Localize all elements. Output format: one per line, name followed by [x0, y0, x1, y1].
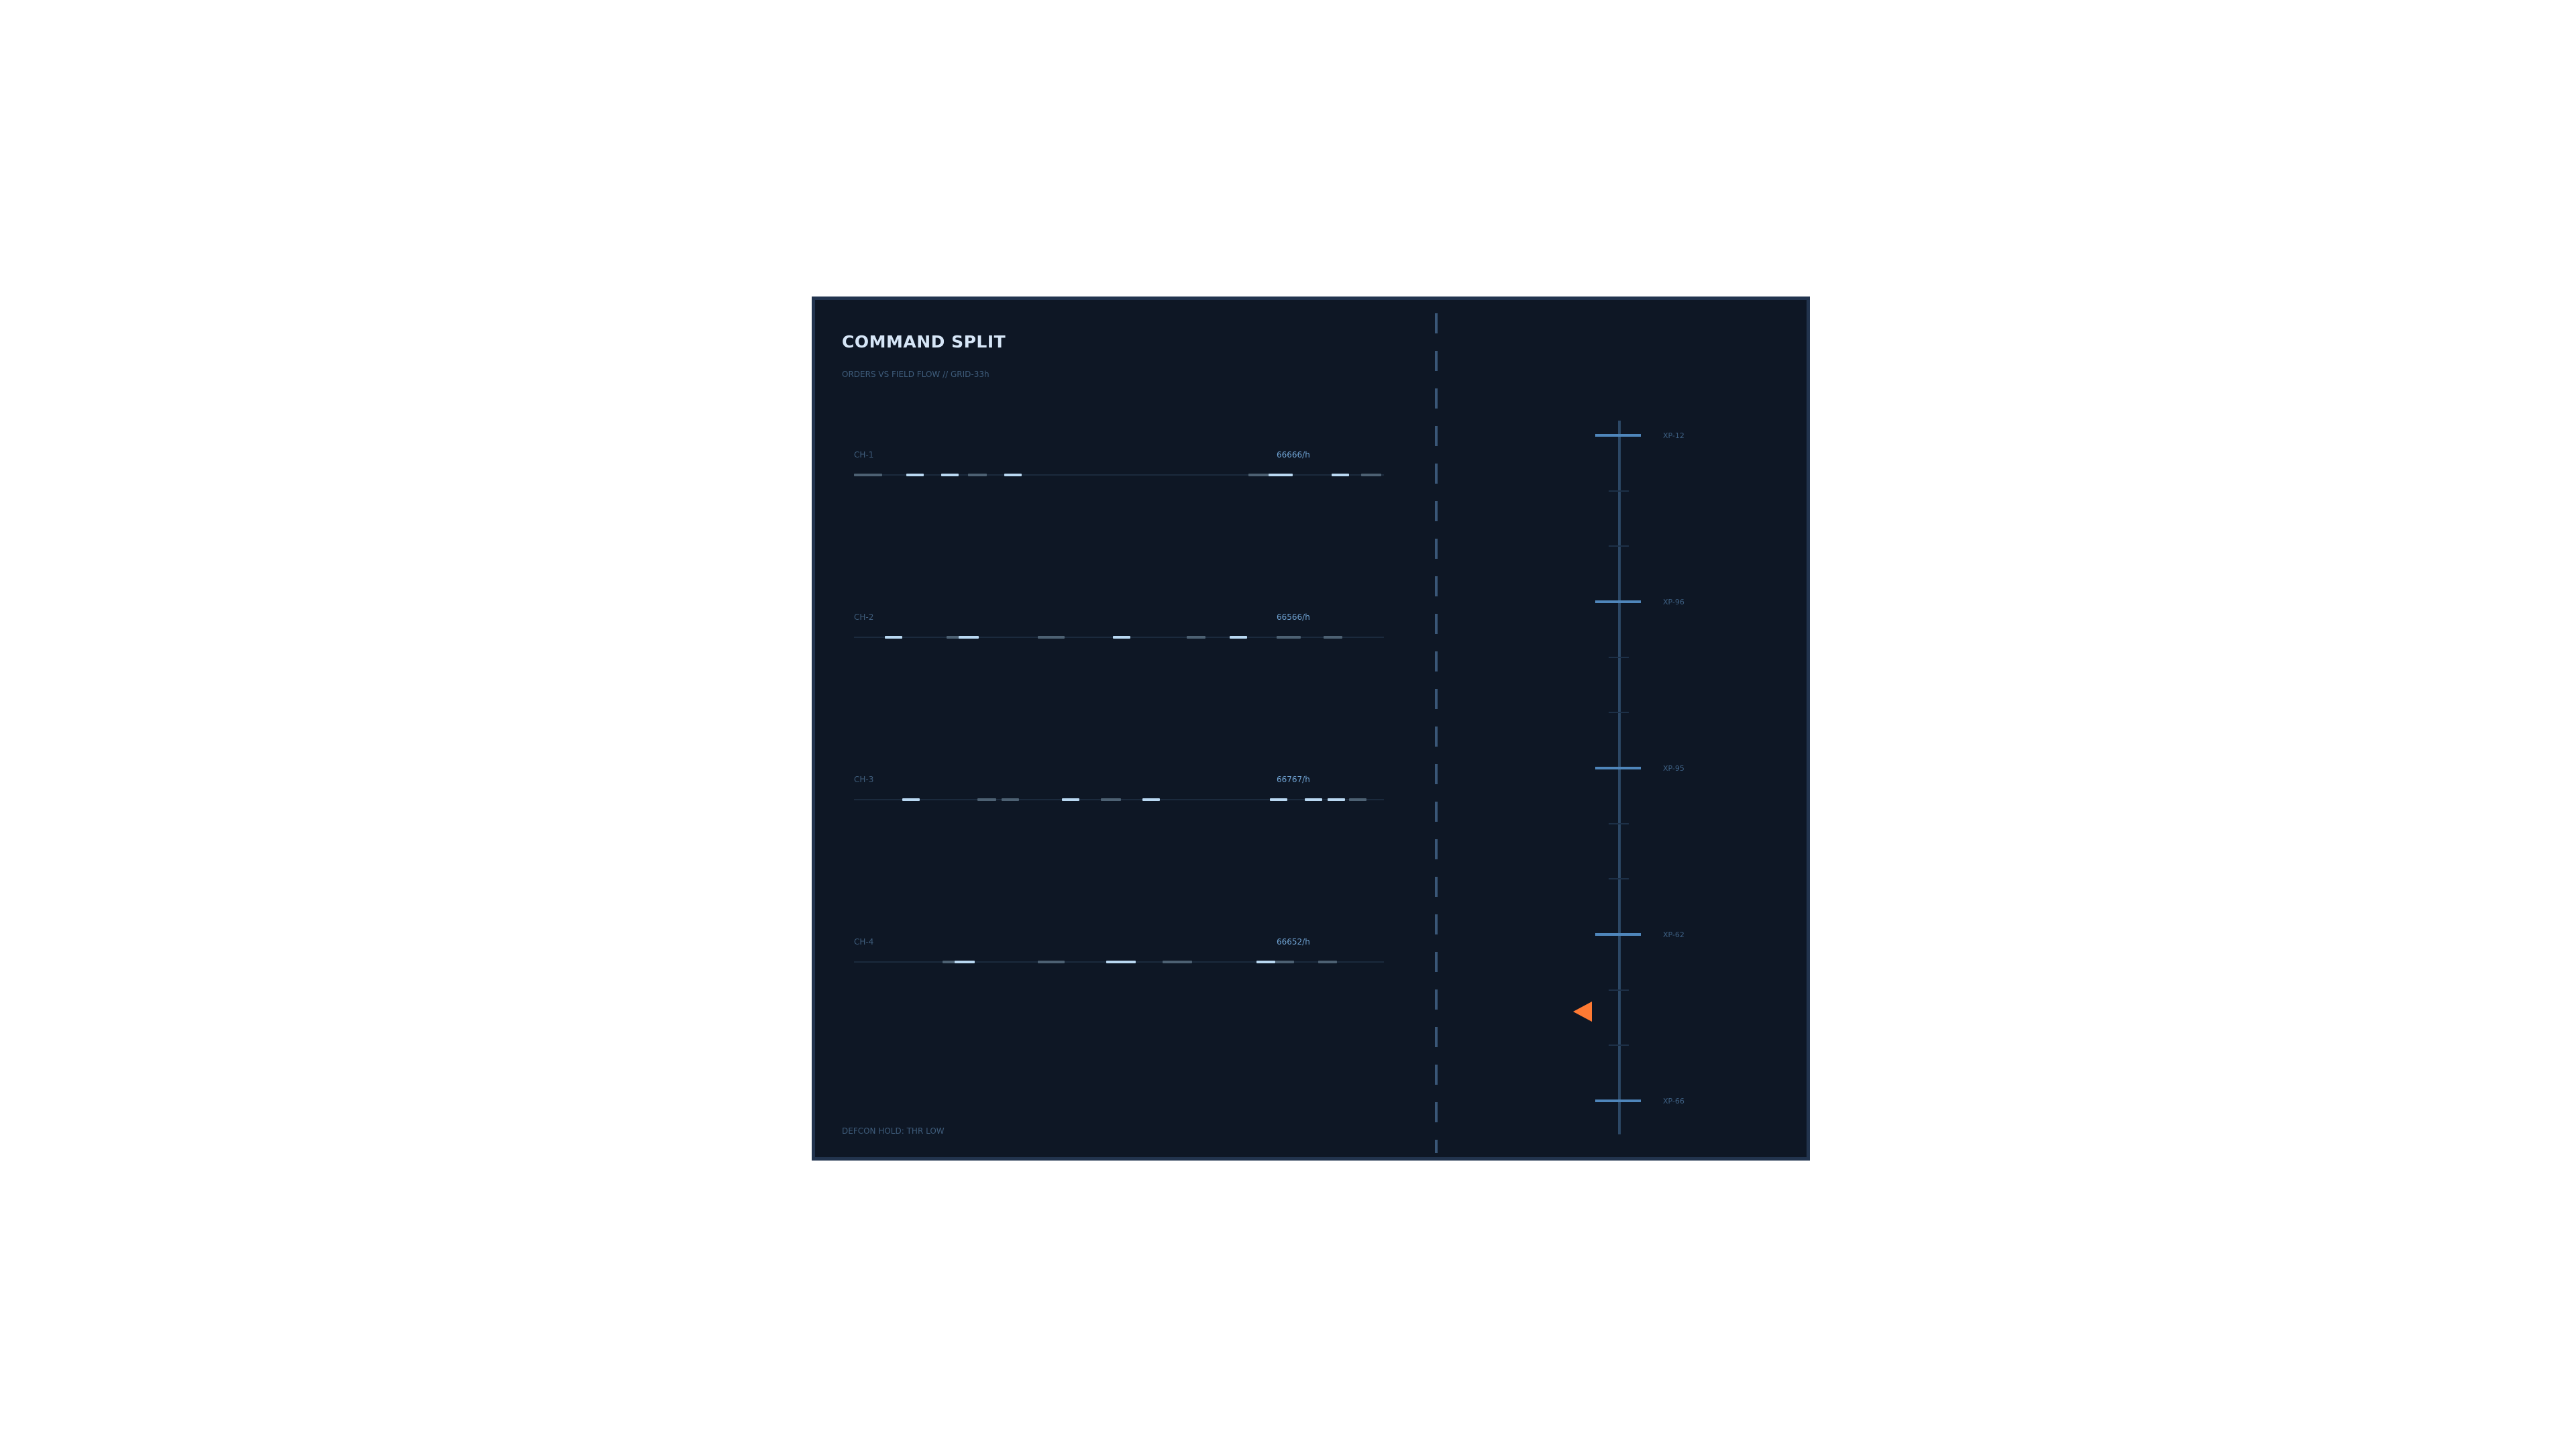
- minor-tick: [1609, 878, 1629, 879]
- minor-tick: [1609, 823, 1629, 824]
- major-tick: [1595, 933, 1641, 936]
- scale-axis: [1618, 421, 1621, 1134]
- tick-label: XP-66: [1663, 1097, 1684, 1106]
- signal-pulse: [1038, 636, 1065, 639]
- channel-row-3: CH-3 66767/h: [854, 775, 1384, 815]
- signal-pulse: [1277, 636, 1301, 639]
- channel-rate: 66767/h: [1277, 775, 1310, 784]
- triangle-pointer-icon[interactable]: [1573, 1002, 1592, 1022]
- signal-pulse: [1324, 636, 1342, 639]
- channel-label: CH-3: [854, 775, 874, 784]
- command-split-panel: COMMAND SPLIT ORDERS VS FIELD FLOW // GR…: [812, 297, 1810, 1161]
- signal-pulse: [1248, 474, 1271, 476]
- signal-pulse: [1101, 798, 1121, 801]
- tick-label: XP-12: [1663, 431, 1684, 440]
- minor-tick: [1609, 545, 1629, 547]
- signal-pulse: [902, 798, 920, 801]
- signal-pulse: [959, 636, 979, 639]
- signal-pulse: [1275, 961, 1294, 963]
- tick-label: XP-96: [1663, 598, 1684, 606]
- signal-pulse: [1038, 961, 1065, 963]
- panel-subtitle: ORDERS VS FIELD FLOW // GRID-33h: [842, 370, 989, 379]
- minor-tick: [1609, 490, 1629, 492]
- channel-track: [854, 961, 1384, 963]
- signal-pulse: [1113, 636, 1130, 639]
- signal-pulse: [1305, 798, 1322, 801]
- channel-row-2: CH-2 66566/h: [854, 612, 1384, 653]
- signal-pulse: [885, 636, 902, 639]
- signal-pulse: [1318, 961, 1337, 963]
- channel-label: CH-2: [854, 612, 874, 622]
- channel-track: [854, 636, 1384, 639]
- signal-pulse: [968, 474, 987, 476]
- signal-pulse: [1270, 798, 1287, 801]
- channel-row-4: CH-4 66652/h: [854, 937, 1384, 977]
- major-tick: [1595, 1099, 1641, 1102]
- signal-pulse: [941, 474, 959, 476]
- signal-pulse: [1002, 798, 1019, 801]
- signal-pulse: [1332, 474, 1349, 476]
- channel-rate: 66666/h: [1277, 450, 1310, 460]
- signal-pulse: [1106, 961, 1136, 963]
- signal-pulse: [1004, 474, 1022, 476]
- major-tick: [1595, 434, 1641, 437]
- channel-rate: 66652/h: [1277, 937, 1310, 947]
- major-tick: [1595, 600, 1641, 603]
- tick-label: XP-62: [1663, 930, 1684, 939]
- tick-label: XP-95: [1663, 764, 1684, 773]
- signal-pulse: [1256, 961, 1275, 963]
- panel-title: COMMAND SPLIT: [842, 332, 1006, 352]
- minor-tick: [1609, 712, 1629, 713]
- signal-pulse: [1230, 636, 1247, 639]
- signal-pulse: [1142, 798, 1160, 801]
- channel-row-1: CH-1 66666/h: [854, 450, 1384, 490]
- minor-tick: [1609, 1044, 1629, 1046]
- channel-label: CH-1: [854, 450, 874, 460]
- signal-pulse: [854, 474, 882, 476]
- channel-label: CH-4: [854, 937, 874, 947]
- minor-tick: [1609, 989, 1629, 991]
- channel-track: [854, 798, 1384, 801]
- channel-track: [854, 474, 1384, 476]
- signal-pulse: [1349, 798, 1366, 801]
- minor-tick: [1609, 657, 1629, 658]
- signal-pulse: [1163, 961, 1192, 963]
- status-footer: DEFCON HOLD: THR LOW: [842, 1126, 945, 1136]
- signal-pulse: [1328, 798, 1345, 801]
- signal-pulse: [1361, 474, 1381, 476]
- signal-pulse: [1187, 636, 1205, 639]
- signal-pulse: [955, 961, 975, 963]
- major-tick: [1595, 767, 1641, 769]
- signal-pulse: [906, 474, 924, 476]
- signal-pulse: [1062, 798, 1079, 801]
- signal-pulse: [977, 798, 996, 801]
- split-divider: [1435, 313, 1438, 1153]
- signal-pulse: [1269, 474, 1293, 476]
- channel-rate: 66566/h: [1277, 612, 1310, 622]
